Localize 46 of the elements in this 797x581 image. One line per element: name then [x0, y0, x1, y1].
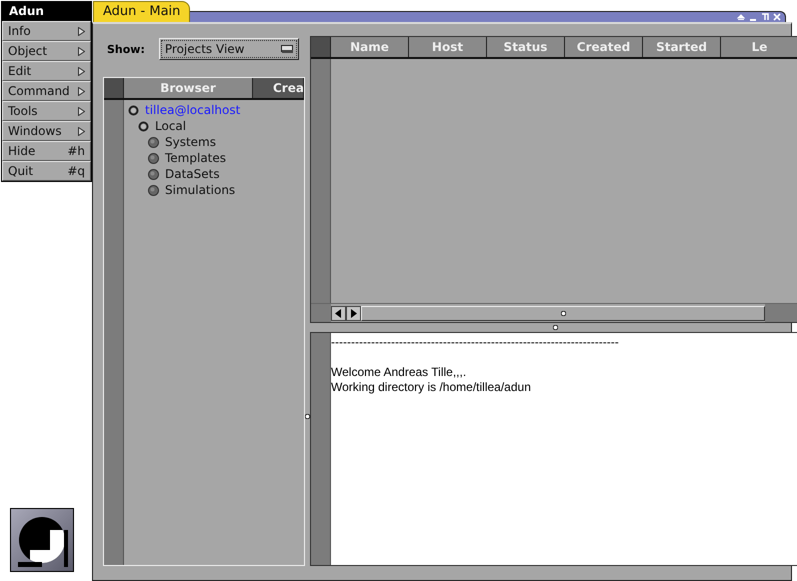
shade-icon[interactable]: [737, 13, 745, 21]
header-corner: [104, 78, 124, 98]
submenu-arrow-icon: [78, 66, 85, 76]
tree-item[interactable]: Systems: [165, 135, 216, 149]
menu-item[interactable]: Object: [2, 41, 91, 61]
menu-item[interactable]: Quit #q: [2, 161, 91, 181]
tree-item[interactable]: Templates: [165, 151, 226, 165]
close-icon[interactable]: [773, 13, 781, 21]
submenu-arrow-icon: [78, 26, 85, 36]
scrollbar-end: [765, 304, 797, 322]
submenu-arrow-icon: [78, 126, 85, 136]
splitter-handle-icon[interactable]: [552, 325, 558, 330]
ball-icon: [148, 168, 159, 180]
scroll-left-icon[interactable]: [331, 306, 346, 320]
splitter-handle-icon[interactable]: [305, 414, 310, 418]
show-label: Show:: [106, 42, 145, 56]
log-line: Working directory is /home/tillea/adun: [331, 380, 532, 395]
menu-item[interactable]: Hide #h: [2, 141, 91, 161]
ring-icon[interactable]: [128, 104, 139, 116]
popup-indicator-icon: [280, 45, 293, 53]
scrollbar-corner: [311, 304, 331, 322]
tree-item[interactable]: DataSets: [165, 167, 220, 181]
ball-icon: [148, 136, 159, 148]
submenu-arrow-icon: [78, 106, 85, 116]
header-corner: [311, 37, 331, 57]
tree-item[interactable]: Simulations: [165, 183, 236, 197]
menu-item[interactable]: Windows: [2, 121, 91, 141]
submenu-arrow-icon: [78, 46, 85, 56]
ball-icon: [148, 152, 159, 164]
scroll-thumb[interactable]: [361, 306, 765, 320]
menu-item[interactable]: Tools: [2, 101, 91, 121]
submenu-arrow-icon: [78, 86, 85, 96]
app-logo-icon[interactable]: [10, 508, 74, 572]
window-title: Adun - Main: [93, 1, 190, 22]
view-dropdown[interactable]: Projects View: [158, 38, 299, 60]
menu-item[interactable]: Info: [2, 21, 91, 41]
log-line: Welcome Andreas Tille,,,.: [331, 365, 468, 380]
scroll-right-icon[interactable]: [346, 306, 361, 320]
column-header[interactable]: Crea: [253, 78, 304, 98]
menu-item[interactable]: Command: [2, 81, 91, 101]
menu-item[interactable]: Edit: [2, 61, 91, 81]
log-line: ------------------------------------------------------------------------: [331, 335, 620, 350]
ball-icon: [148, 184, 159, 196]
tree-item[interactable]: Local: [155, 119, 186, 133]
maximize-icon[interactable]: [761, 13, 769, 21]
ring-icon[interactable]: [138, 120, 149, 132]
